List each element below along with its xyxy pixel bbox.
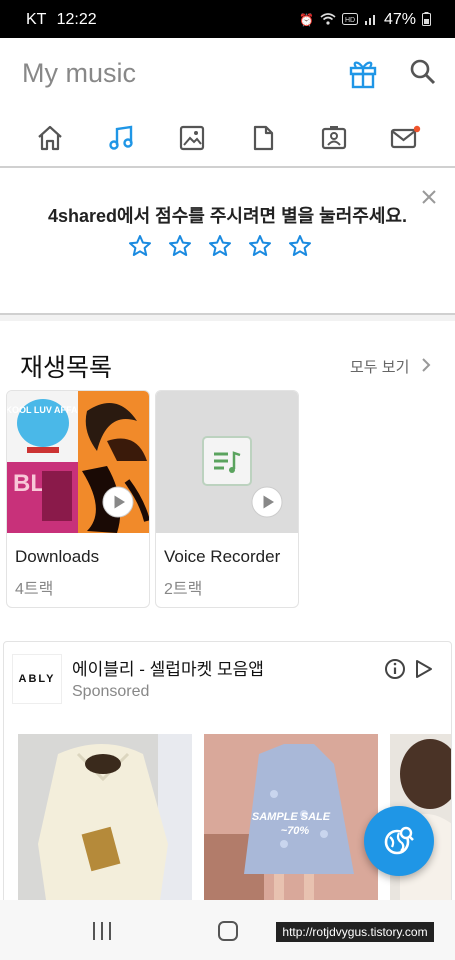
star-icon[interactable] [248, 234, 272, 258]
tab-messages-icon[interactable] [387, 120, 423, 156]
watermark-text: http://rotjdvygus.tistory.com [276, 922, 434, 942]
rating-prompt: 4shared에서 점수를 주시려면 별을 눌러주세요. [0, 170, 455, 315]
share-fab-button[interactable] [364, 806, 434, 876]
battery-icon [422, 11, 431, 29]
ad-product-image[interactable] [18, 734, 192, 920]
tab-photos-icon[interactable] [174, 120, 210, 156]
hd-icon: HD [341, 12, 358, 28]
playlist-card[interactable]: SKOOL LUV AFFAIR BL Downloads 4트랙 [6, 390, 150, 608]
status-bar: KT 12:22 ⏰ HD 47% [0, 0, 455, 38]
recents-icon[interactable] [90, 920, 114, 942]
sale-text: SAMPLE SALE [252, 811, 331, 823]
playlist-card[interactable]: Voice Recorder 2트랙 [155, 390, 299, 608]
rating-message: 4shared에서 점수를 주시려면 별을 눌러주세요. [47, 206, 407, 226]
home-nav-icon[interactable] [216, 920, 240, 942]
tab-contacts-icon[interactable] [316, 120, 352, 156]
svg-text:HD: HD [345, 17, 355, 24]
play-icon[interactable] [251, 486, 283, 518]
sponsored-label: Sponsored [72, 683, 150, 700]
chevron-right-icon[interactable] [420, 356, 432, 374]
play-icon[interactable] [102, 486, 134, 518]
album-tag-text: SKOOL LUV AFFAIR [7, 405, 87, 415]
see-all-link[interactable]: 모두 보기 [350, 356, 409, 377]
playlist-name: Downloads [15, 547, 100, 566]
sale-percent: ~70% [281, 825, 310, 837]
carrier-label: KT [26, 11, 47, 28]
ad-choices-icon[interactable] [414, 658, 434, 680]
battery-percent: 47% [383, 11, 416, 28]
close-icon[interactable] [420, 188, 438, 206]
sponsored-ad[interactable]: ABLY 에이블리 - 셀럽마켓 모음앱 Sponsored SAMPLE SA… [3, 641, 452, 921]
signal-icon [364, 13, 378, 28]
star-icon[interactable] [288, 234, 312, 258]
ad-product-image[interactable]: SAMPLE SALE ~70% [204, 734, 378, 920]
playlist-track-count: 2트랙 [164, 581, 203, 598]
star-icon[interactable] [128, 234, 152, 258]
globe-icon [384, 826, 414, 855]
ad-title[interactable]: 에이블리 - 셀럽마켓 모음앱 [72, 655, 264, 680]
alarm-icon: ⏰ [299, 13, 314, 27]
category-tabs [0, 108, 455, 168]
playlist-track-count: 4트랙 [15, 581, 54, 598]
info-icon[interactable] [384, 658, 406, 680]
app-bar: My music [0, 38, 455, 108]
star-icon[interactable] [168, 234, 192, 258]
section-title: 재생목록 [20, 354, 113, 382]
tab-home-icon[interactable] [32, 120, 68, 156]
playlist-name: Voice Recorder [164, 547, 281, 566]
gift-icon[interactable] [346, 56, 380, 90]
tab-documents-icon[interactable] [245, 120, 281, 156]
star-icon[interactable] [208, 234, 232, 258]
tab-music-icon[interactable] [103, 120, 139, 156]
svg-text:BL: BL [13, 470, 45, 497]
wifi-icon [320, 12, 336, 28]
advertiser-logo: ABLY [12, 654, 62, 704]
playlists-header: 재생목록 모두 보기 [0, 330, 455, 390]
page-title: My music [22, 58, 136, 88]
clock: 12:22 [56, 11, 97, 28]
section-divider [0, 315, 455, 321]
search-icon[interactable] [408, 57, 438, 87]
rating-stars [128, 234, 312, 258]
